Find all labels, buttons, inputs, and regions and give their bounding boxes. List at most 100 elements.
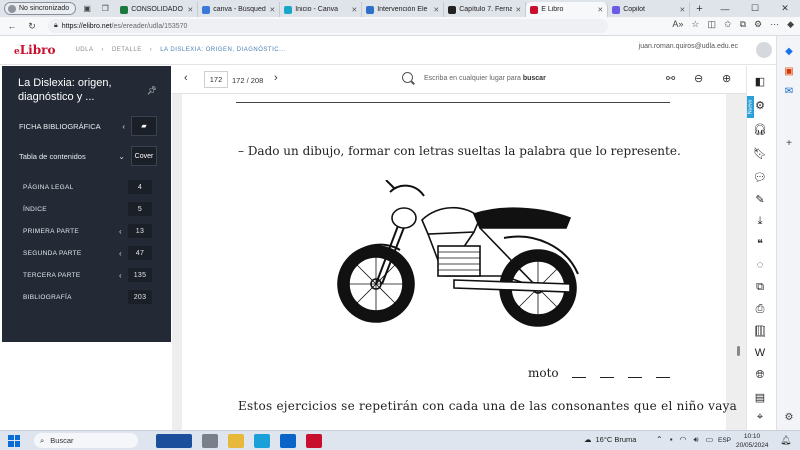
headphones-icon[interactable]: 🎧︎ xyxy=(753,122,767,136)
more-menu-icon[interactable]: ⋯ xyxy=(770,19,779,30)
chevron-left-icon[interactable]: ‹ xyxy=(119,249,122,258)
pencil-icon[interactable]: ✎ xyxy=(753,192,767,206)
comment-icon[interactable]: 💬︎ xyxy=(753,170,767,184)
link-icon[interactable]: ⚯ xyxy=(666,72,675,85)
outlook-taskbar-icon[interactable] xyxy=(280,433,296,448)
tray-app-icon[interactable]: ▪ xyxy=(670,435,673,445)
back-icon[interactable]: ← xyxy=(4,18,20,34)
notifications-icon[interactable]: 🔔︎ xyxy=(780,435,791,446)
windows-start-icon[interactable] xyxy=(8,434,20,447)
read-aloud-icon[interactable]: A» xyxy=(672,19,683,30)
weather-widget[interactable]: ☁ 16°C Bruma xyxy=(584,435,636,444)
print-icon[interactable]: ⎙ xyxy=(753,302,767,316)
search-input[interactable]: Escriba en cualquier lugar para buscar xyxy=(424,75,546,82)
split-screen-icon[interactable]: ◫ xyxy=(708,19,717,30)
tab-close-icon[interactable]: ✕ xyxy=(679,6,685,14)
browser-tab[interactable]: Copilot ✕ xyxy=(608,2,691,17)
breadcrumb-udla[interactable]: UDLA xyxy=(75,47,93,53)
maximize-icon[interactable]: ☐ xyxy=(740,0,770,17)
id-card-icon[interactable]: ▤ xyxy=(753,390,767,404)
tab-close-icon[interactable]: ✕ xyxy=(187,6,193,14)
tab-actions-icon[interactable]: ❐ xyxy=(98,2,112,16)
next-page-icon[interactable]: › xyxy=(274,72,278,84)
toc-page-number[interactable]: 47 xyxy=(128,246,152,260)
profile-button[interactable]: No sincronizado xyxy=(4,2,77,15)
toc-item[interactable]: PRIMERA PARTE ‹ 13 xyxy=(2,221,171,241)
add-sidebar-app-icon[interactable]: + xyxy=(782,136,796,150)
globe-icon[interactable]: 🌐︎ xyxy=(753,368,767,382)
browser-tab[interactable]: Inicio - Canva ✕ xyxy=(280,2,363,17)
browser-tab[interactable]: CONSOLIDADO ✕ xyxy=(116,2,199,17)
download-icon[interactable]: ⤓ xyxy=(753,214,767,228)
tab-close-icon[interactable]: ✕ xyxy=(515,6,521,14)
tray-chevron-icon[interactable]: ⌃ xyxy=(656,435,663,445)
ficha-bibliografica-row[interactable]: FICHA BIBLIOGRÁFICA ‹ ▰ xyxy=(2,116,171,136)
outlook-icon[interactable]: ✉ xyxy=(782,84,796,98)
new-tab-button[interactable]: + xyxy=(696,3,702,15)
panel-toggle-icon[interactable]: ◧ xyxy=(753,74,767,88)
zoom-out-icon[interactable]: ⊖ xyxy=(694,72,703,85)
file-explorer-icon[interactable] xyxy=(228,433,244,448)
chevron-left-icon[interactable]: ‹ xyxy=(119,271,122,280)
toc-page-number[interactable]: 4 xyxy=(128,180,152,194)
page-number-input[interactable] xyxy=(204,71,228,88)
toc-page-number[interactable]: 203 xyxy=(128,290,152,304)
favorite-star-icon[interactable]: ☆ xyxy=(691,19,699,30)
location-icon[interactable]: ⌖ xyxy=(753,410,767,424)
workspaces-icon[interactable]: ▣ xyxy=(80,2,94,16)
toc-page-number[interactable]: 135 xyxy=(128,268,152,282)
close-window-icon[interactable]: ✕ xyxy=(770,0,800,17)
search-icon[interactable] xyxy=(402,72,413,83)
prev-page-icon[interactable]: ‹ xyxy=(184,72,188,84)
wifi-icon[interactable]: ◠ xyxy=(680,435,687,445)
app-taskbar-icon[interactable] xyxy=(306,433,322,448)
pin-icon[interactable]: 📌︎ xyxy=(147,86,157,95)
avatar[interactable] xyxy=(756,42,772,58)
scrollbar-thumb[interactable] xyxy=(737,346,740,356)
breadcrumb-detalle[interactable]: DETALLE xyxy=(112,47,142,53)
favorites-icon[interactable]: ✩ xyxy=(724,19,732,30)
promo-widget-icon[interactable] xyxy=(156,433,192,448)
zoom-in-icon[interactable]: ⊕ xyxy=(722,72,731,85)
tab-close-icon[interactable]: ✕ xyxy=(269,6,275,14)
url-field[interactable]: 🔒︎ https://elibro.net/es/ereader/udla/15… xyxy=(48,19,608,33)
browser-tab[interactable]: Intervención Ele ✕ xyxy=(362,2,445,17)
copilot-sidebar-icon[interactable]: ◆ xyxy=(782,44,796,58)
clock[interactable]: 10:10 20/05/2024 xyxy=(736,432,769,450)
task-view-icon[interactable] xyxy=(202,433,218,448)
book-icon[interactable]: 📕︎ xyxy=(753,324,767,338)
language-indicator[interactable]: ESP xyxy=(718,437,731,444)
taskbar-search[interactable]: ⌕ Buscar xyxy=(34,433,138,448)
toc-item[interactable]: BIBLIOGRAFÍA 203 xyxy=(2,287,171,307)
toc-page-number[interactable]: 5 xyxy=(128,202,152,216)
tab-close-icon[interactable]: ✕ xyxy=(597,6,603,14)
cover-button[interactable]: Cover xyxy=(131,146,157,166)
volume-icon[interactable]: 🔊︎ xyxy=(694,435,699,445)
toc-item[interactable]: PÁGINA LEGAL 4 xyxy=(2,177,171,197)
minimize-icon[interactable]: — xyxy=(710,0,740,17)
extensions-icon[interactable]: ⚙ xyxy=(754,19,762,30)
tab-close-icon[interactable]: ✕ xyxy=(433,6,439,14)
office-icon[interactable]: ▣ xyxy=(782,64,796,78)
toc-item[interactable]: TERCERA PARTE ‹ 135 xyxy=(2,265,171,285)
chevron-left-icon[interactable]: ‹ xyxy=(119,227,122,236)
collections-icon[interactable]: ⧉ xyxy=(740,19,746,30)
toc-item[interactable]: ÍNDICE 5 xyxy=(2,199,171,219)
toc-item[interactable]: SEGUNDA PARTE ‹ 47 xyxy=(2,243,171,263)
tab-close-icon[interactable]: ✕ xyxy=(351,6,357,14)
ficha-book-button[interactable]: ▰ xyxy=(131,116,157,136)
user-email[interactable]: juan.roman.quiros@udla.edu.ec xyxy=(639,43,738,50)
toc-page-number[interactable]: 13 xyxy=(128,224,152,238)
browser-tab[interactable]: E Libro ✕ xyxy=(526,2,609,17)
sidebar-settings-icon[interactable]: ⚙ xyxy=(782,410,796,424)
battery-icon[interactable]: ▭ xyxy=(706,435,714,445)
hide-icon[interactable]: ◌ xyxy=(753,258,767,272)
edge-browser-icon[interactable] xyxy=(254,433,270,448)
copilot-icon[interactable]: ◆ xyxy=(787,19,794,30)
browser-tab[interactable]: canva - Búsqueda ✕ xyxy=(198,2,281,17)
browser-tab[interactable]: Capítulo 7. Ferna ✕ xyxy=(444,2,527,17)
bookmark-icon[interactable]: 🔖︎ xyxy=(753,146,767,160)
refresh-icon[interactable]: ↻ xyxy=(24,18,40,34)
ai-assistant-icon[interactable]: ⚙ xyxy=(753,98,767,112)
quote-icon[interactable]: ❝ xyxy=(753,236,767,250)
